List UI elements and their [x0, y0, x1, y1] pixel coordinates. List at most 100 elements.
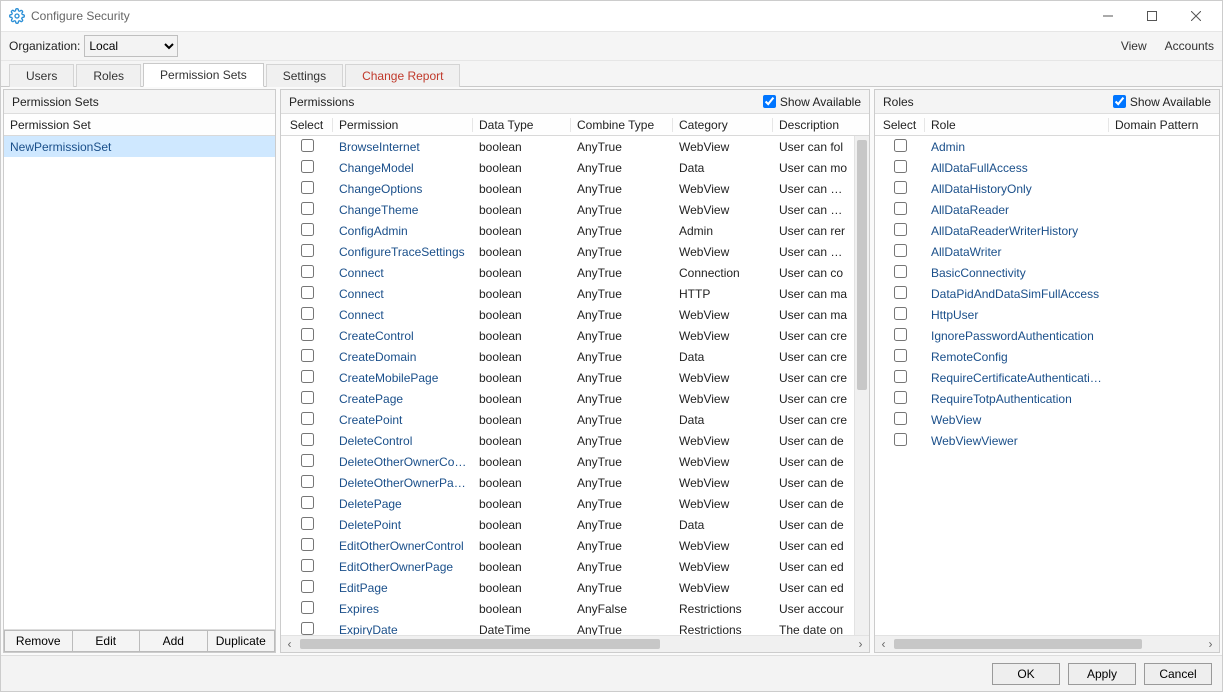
table-row[interactable]: Expires boolean AnyFalse Restrictions Us… — [281, 598, 854, 619]
show-available-toggle[interactable]: Show Available — [763, 95, 861, 109]
table-row[interactable]: ConfigAdmin boolean AnyTrue Admin User c… — [281, 220, 854, 241]
row-select-checkbox[interactable] — [301, 160, 314, 173]
ok-button[interactable]: OK — [992, 663, 1060, 685]
table-row[interactable]: DeleteControl boolean AnyTrue WebView Us… — [281, 430, 854, 451]
row-select-checkbox[interactable] — [301, 244, 314, 257]
table-row[interactable]: WebView — [875, 409, 1219, 430]
row-select-checkbox[interactable] — [301, 307, 314, 320]
show-available-checkbox[interactable] — [763, 95, 776, 108]
tab-users[interactable]: Users — [9, 64, 74, 87]
add-button[interactable]: Add — [139, 630, 207, 652]
row-select-checkbox[interactable] — [301, 475, 314, 488]
remove-button[interactable]: Remove — [4, 630, 72, 652]
window-close-button[interactable] — [1174, 2, 1218, 30]
table-row[interactable]: CreatePage boolean AnyTrue WebView User … — [281, 388, 854, 409]
row-select-checkbox[interactable] — [301, 139, 314, 152]
table-row[interactable]: ExpiryDate DateTime AnyTrue Restrictions… — [281, 619, 854, 635]
row-select-checkbox[interactable] — [301, 454, 314, 467]
row-select-checkbox[interactable] — [301, 538, 314, 551]
table-row[interactable]: DataPidAndDataSimFullAccess — [875, 283, 1219, 304]
table-row[interactable]: AllDataHistoryOnly — [875, 178, 1219, 199]
row-select-checkbox[interactable] — [894, 286, 907, 299]
tab-roles[interactable]: Roles — [76, 64, 141, 87]
row-select-checkbox[interactable] — [894, 244, 907, 257]
horizontal-scrollbar[interactable]: ‹ › — [281, 635, 869, 652]
tab-change-report[interactable]: Change Report — [345, 64, 460, 87]
accounts-link[interactable]: Accounts — [1165, 39, 1214, 53]
row-select-checkbox[interactable] — [301, 202, 314, 215]
apply-button[interactable]: Apply — [1068, 663, 1136, 685]
table-row[interactable]: DeleteOtherOwnerPage boolean AnyTrue Web… — [281, 472, 854, 493]
row-select-checkbox[interactable] — [894, 160, 907, 173]
column-header-select[interactable]: Select — [281, 118, 333, 132]
table-row[interactable]: CreateDomain boolean AnyTrue Data User c… — [281, 346, 854, 367]
table-row[interactable]: HttpUser — [875, 304, 1219, 325]
row-select-checkbox[interactable] — [301, 412, 314, 425]
table-row[interactable]: CreatePoint boolean AnyTrue Data User ca… — [281, 409, 854, 430]
view-link[interactable]: View — [1121, 39, 1147, 53]
table-row[interactable]: DeletePage boolean AnyTrue WebView User … — [281, 493, 854, 514]
table-row[interactable]: BrowseInternet boolean AnyTrue WebView U… — [281, 136, 854, 157]
show-available-toggle[interactable]: Show Available — [1113, 95, 1211, 109]
row-select-checkbox[interactable] — [301, 517, 314, 530]
row-select-checkbox[interactable] — [301, 559, 314, 572]
permission-sets-list[interactable]: NewPermissionSet — [4, 136, 275, 629]
table-row[interactable]: WebViewViewer — [875, 430, 1219, 451]
scroll-right-icon[interactable]: › — [852, 636, 869, 653]
row-select-checkbox[interactable] — [301, 622, 314, 635]
row-select-checkbox[interactable] — [301, 349, 314, 362]
row-select-checkbox[interactable] — [894, 181, 907, 194]
table-row[interactable]: RequireCertificateAuthentication — [875, 367, 1219, 388]
table-row[interactable]: ConfigureTraceSettings boolean AnyTrue W… — [281, 241, 854, 262]
table-row[interactable]: Connect boolean AnyTrue WebView User can… — [281, 304, 854, 325]
table-row[interactable]: AllDataReader — [875, 199, 1219, 220]
list-item[interactable]: NewPermissionSet — [4, 136, 275, 157]
column-header-description[interactable]: Description — [773, 118, 869, 132]
row-select-checkbox[interactable] — [894, 139, 907, 152]
tab-permission-sets[interactable]: Permission Sets — [143, 63, 264, 87]
table-row[interactable]: Connect boolean AnyTrue HTTP User can ma — [281, 283, 854, 304]
row-select-checkbox[interactable] — [894, 223, 907, 236]
show-available-checkbox[interactable] — [1113, 95, 1126, 108]
duplicate-button[interactable]: Duplicate — [207, 630, 276, 652]
row-select-checkbox[interactable] — [894, 433, 907, 446]
edit-button[interactable]: Edit — [72, 630, 140, 652]
table-row[interactable]: AllDataReaderWriterHistory — [875, 220, 1219, 241]
table-row[interactable]: EditOtherOwnerPage boolean AnyTrue WebVi… — [281, 556, 854, 577]
row-select-checkbox[interactable] — [301, 223, 314, 236]
table-row[interactable]: AllDataWriter — [875, 241, 1219, 262]
table-row[interactable]: AllDataFullAccess — [875, 157, 1219, 178]
row-select-checkbox[interactable] — [301, 391, 314, 404]
horizontal-scrollbar[interactable]: ‹ › — [875, 635, 1219, 652]
row-select-checkbox[interactable] — [894, 370, 907, 383]
table-row[interactable]: Connect boolean AnyTrue Connection User … — [281, 262, 854, 283]
row-select-checkbox[interactable] — [894, 202, 907, 215]
column-header-category[interactable]: Category — [673, 118, 773, 132]
column-header-domain-pattern[interactable]: Domain Pattern — [1109, 118, 1219, 132]
table-row[interactable]: CreateControl boolean AnyTrue WebView Us… — [281, 325, 854, 346]
roles-list[interactable]: Admin AllDataFullAccess AllDataHistoryOn… — [875, 136, 1219, 635]
vertical-scrollbar[interactable] — [854, 136, 869, 635]
row-select-checkbox[interactable] — [301, 601, 314, 614]
row-select-checkbox[interactable] — [894, 349, 907, 362]
row-select-checkbox[interactable] — [301, 181, 314, 194]
row-select-checkbox[interactable] — [894, 265, 907, 278]
column-header-role[interactable]: Role — [925, 118, 1109, 132]
table-row[interactable]: RemoteConfig — [875, 346, 1219, 367]
tab-settings[interactable]: Settings — [266, 64, 343, 87]
row-select-checkbox[interactable] — [894, 412, 907, 425]
permissions-list[interactable]: BrowseInternet boolean AnyTrue WebView U… — [281, 136, 869, 635]
table-row[interactable]: DeleteOtherOwnerContr boolean AnyTrue We… — [281, 451, 854, 472]
row-select-checkbox[interactable] — [301, 328, 314, 341]
table-row[interactable]: EditPage boolean AnyTrue WebView User ca… — [281, 577, 854, 598]
table-row[interactable]: RequireTotpAuthentication — [875, 388, 1219, 409]
row-select-checkbox[interactable] — [894, 328, 907, 341]
organization-select[interactable]: Local — [84, 35, 178, 57]
table-row[interactable]: BasicConnectivity — [875, 262, 1219, 283]
column-header-select[interactable]: Select — [875, 118, 925, 132]
table-row[interactable]: DeletePoint boolean AnyTrue Data User ca… — [281, 514, 854, 535]
column-header-data-type[interactable]: Data Type — [473, 118, 571, 132]
table-row[interactable]: EditOtherOwnerControl boolean AnyTrue We… — [281, 535, 854, 556]
table-row[interactable]: ChangeOptions boolean AnyTrue WebView Us… — [281, 178, 854, 199]
table-row[interactable]: CreateMobilePage boolean AnyTrue WebView… — [281, 367, 854, 388]
